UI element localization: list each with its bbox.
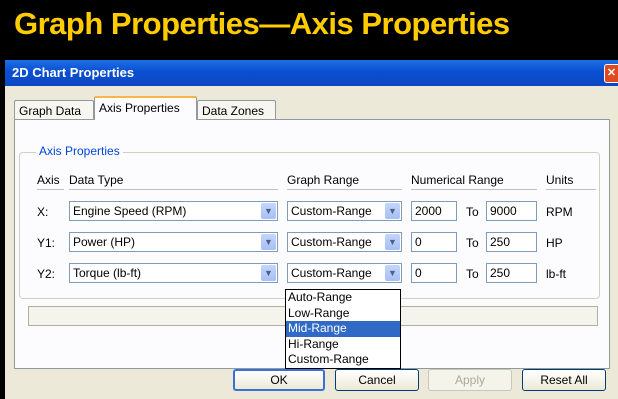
tab-label: Data Zones [202,104,265,118]
header-underline [411,189,537,190]
select-value: Power (HP) [73,235,136,249]
header-underline [287,189,402,190]
select-value: Torque (lb-ft) [73,266,142,280]
header-underline [37,189,64,190]
close-icon[interactable]: ✕ [604,64,618,83]
chevron-down-icon[interactable]: ▼ [385,203,400,219]
range-max-y1[interactable]: 250 [486,232,537,252]
axis-label-x: X: [37,205,49,219]
range-max-y2[interactable]: 250 [486,263,537,283]
data-type-select-x[interactable]: Engine Speed (RPM) ▼ [69,201,278,221]
to-label: To [466,205,479,219]
banner-title: Graph Properties—Axis Properties [14,6,510,41]
dropdown-option-low-range[interactable]: Low-Range [286,306,400,322]
chevron-down-icon[interactable]: ▼ [385,234,400,250]
to-label: To [466,236,479,250]
ok-button[interactable]: OK [233,369,325,391]
range-max-x[interactable]: 9000 [486,201,537,221]
dropdown-option-custom-range[interactable]: Custom-Range [286,352,400,368]
units-y1: HP [546,236,563,250]
window-title: 2D Chart Properties [12,65,135,80]
select-value: Custom-Range [291,235,372,249]
header-graph-range: Graph Range [287,173,360,187]
axis-label-y1: Y1: [37,236,56,250]
chevron-down-icon[interactable]: ▼ [261,203,276,219]
chevron-down-icon[interactable]: ▼ [385,265,400,281]
tab-label: Graph Data [19,104,82,118]
graph-range-select-x[interactable]: Custom-Range ▼ [287,201,402,221]
range-min-y2[interactable]: 0 [411,263,457,283]
units-x: RPM [546,205,573,219]
select-value: Engine Speed (RPM) [73,204,187,218]
title-bar[interactable]: 2D Chart Properties ✕ [5,60,618,86]
select-value: Custom-Range [291,204,372,218]
header-numerical-range: Numerical Range [411,173,504,187]
tab-label: Axis Properties [99,101,180,115]
chevron-down-icon[interactable]: ▼ [261,265,276,281]
header-underline [69,189,278,190]
graph-range-dropdown[interactable]: Auto-Range Low-Range Mid-Range Hi-Range … [285,289,401,369]
to-label: To [466,267,479,281]
graph-range-select-y2[interactable]: Custom-Range ▼ [287,263,402,283]
axis-label-y2: Y2: [37,267,56,281]
chevron-down-icon[interactable]: ▼ [261,234,276,250]
select-value: Custom-Range [291,266,372,280]
header-axis: Axis [37,173,60,187]
header-data-type: Data Type [69,173,124,187]
slide-banner: Graph Properties—Axis Properties [0,0,618,56]
graph-range-select-y1[interactable]: Custom-Range ▼ [287,232,402,252]
cancel-button[interactable]: Cancel [335,369,419,391]
group-label: Axis Properties [36,144,123,158]
range-min-x[interactable]: 2000 [411,201,457,221]
header-underline [546,189,596,190]
data-type-select-y2[interactable]: Torque (lb-ft) ▼ [69,263,278,283]
header-units: Units [546,173,574,187]
range-min-y1[interactable]: 0 [411,232,457,252]
units-y2: lb-ft [546,267,567,281]
tab-axis-properties[interactable]: Axis Properties [94,96,197,120]
dropdown-option-auto-range[interactable]: Auto-Range [286,290,400,306]
tab-data-zones[interactable]: Data Zones [197,100,276,120]
data-type-select-y1[interactable]: Power (HP) ▼ [69,232,278,252]
apply-button[interactable]: Apply [428,369,512,391]
dropdown-option-mid-range[interactable]: Mid-Range [286,321,400,337]
dropdown-option-hi-range[interactable]: Hi-Range [286,337,400,353]
tab-graph-data[interactable]: Graph Data [14,100,94,120]
reset-all-button[interactable]: Reset All [522,369,606,391]
